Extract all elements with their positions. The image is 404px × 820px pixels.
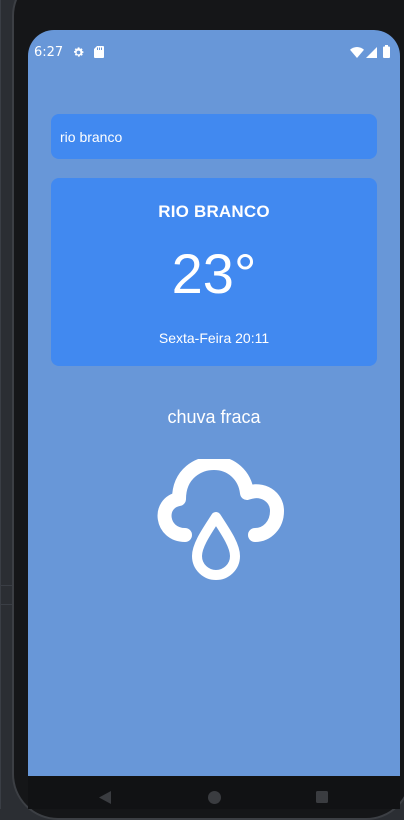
battery-icon (383, 45, 390, 58)
desktop-background-line (0, 585, 12, 586)
back-icon[interactable] (99, 791, 111, 804)
weather-condition: chuva fraca (167, 407, 261, 427)
status-bar: 6:27 (28, 30, 400, 76)
recents-icon[interactable] (316, 791, 328, 803)
status-time: 6:27 (34, 45, 64, 60)
home-icon[interactable] (208, 791, 221, 804)
sd-card-icon (94, 46, 104, 58)
date-time: Sexta-Feira 20:11 (158, 330, 270, 346)
desktop-background-line (0, 604, 12, 605)
wifi-icon (350, 47, 364, 58)
rain-cloud-icon (157, 459, 284, 580)
city-search-box[interactable] (51, 114, 377, 159)
city-search-input[interactable] (60, 128, 368, 145)
city-name: RIO BRANCO (158, 202, 270, 221)
app-screen: 6:27 RIO BRANCO 23° Sexta-Feira 20:11 ch… (28, 30, 400, 776)
cell-signal-icon (366, 47, 377, 58)
weather-card: RIO BRANCO 23° Sexta-Feira 20:11 (51, 178, 377, 366)
navigation-bar (28, 776, 400, 809)
temperature: 23° (171, 242, 257, 305)
desktop-background-line (0, 0, 1, 809)
gear-icon (74, 47, 84, 57)
